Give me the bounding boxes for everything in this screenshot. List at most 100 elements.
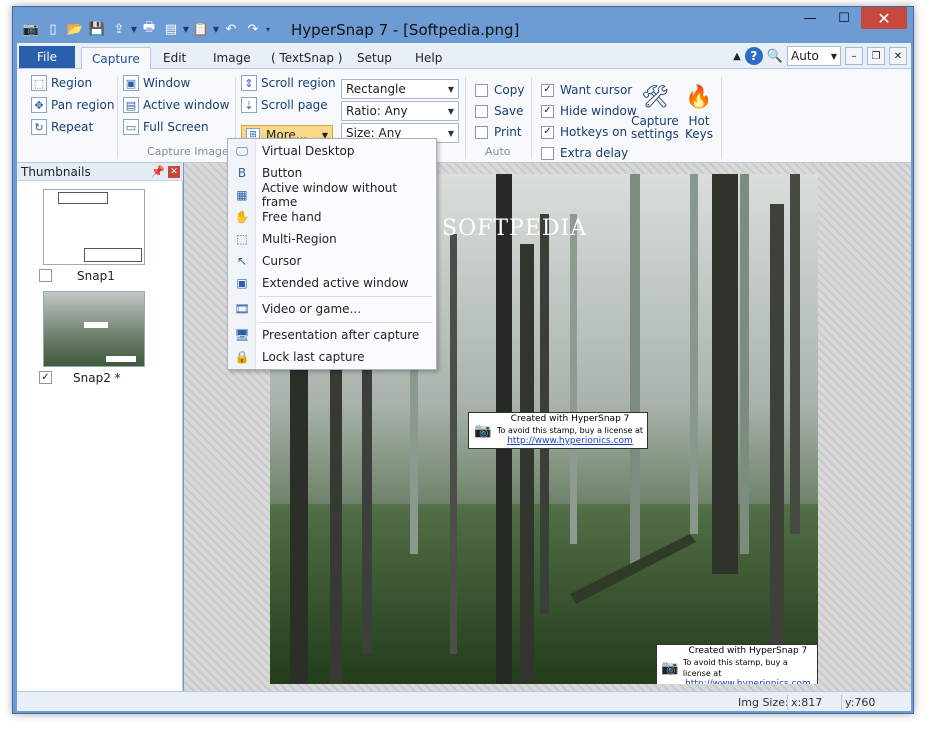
menu-item-label: Virtual Desktop: [262, 144, 355, 158]
menu-item-virtual-desktop[interactable]: 🖵 Virtual Desktop: [230, 141, 434, 161]
thumbnail-snap2[interactable]: [43, 291, 145, 367]
upload-icon[interactable]: ⇪: [109, 20, 129, 38]
tab-textsnap[interactable]: ( TextSnap ): [261, 47, 352, 69]
collapse-ribbon-icon[interactable]: ▲: [733, 51, 741, 62]
hot-keys-icon: 🔥: [685, 84, 713, 110]
extra-delay-checkbox[interactable]: Extra delay: [541, 144, 628, 162]
auto-copy-label: Copy: [494, 83, 525, 97]
scan-icon[interactable]: ▤: [161, 20, 181, 38]
hotkeys-on-label: Hotkeys on: [560, 125, 628, 139]
snap2-label: Snap2 *: [73, 371, 121, 385]
chevron-down-icon: ▼: [830, 51, 837, 61]
extra-delay-label: Extra delay: [560, 146, 629, 160]
close-panel-icon[interactable]: ✕: [168, 166, 180, 178]
chevron-down-icon[interactable]: ▼: [183, 21, 189, 37]
auto-copy-checkbox[interactable]: Copy: [475, 81, 524, 99]
capture-settings-button[interactable]: 🛠 Capture settings: [631, 81, 679, 141]
shape-combo[interactable]: Rectangle ▼: [341, 79, 459, 99]
group-separator: [531, 77, 532, 159]
zoom-icon[interactable]: 🔍: [767, 49, 783, 64]
snap2-checkbox[interactable]: ✓: [39, 371, 52, 384]
repeat-button[interactable]: ↻ Repeat: [31, 117, 93, 137]
snap1-label: Snap1: [77, 269, 115, 283]
app-icon[interactable]: 📷: [21, 20, 41, 38]
auto-save-checkbox[interactable]: Save: [475, 102, 523, 120]
menu-item-active-window-without-frame[interactable]: ▦ Active window without frame: [230, 181, 434, 209]
paste-icon[interactable]: 📋: [191, 20, 211, 38]
stamp-text: Created with HyperSnap 7 To avoid this s…: [497, 414, 643, 447]
hide-window-checkbox[interactable]: ✓ Hide window: [541, 102, 637, 120]
redo-icon[interactable]: ↷: [243, 20, 263, 38]
thumbnail-snap1[interactable]: [43, 189, 145, 265]
mdi-restore-button[interactable]: ❐: [867, 47, 885, 65]
checkbox-box: ✓: [541, 125, 554, 139]
hand-icon: ✋: [234, 210, 250, 224]
thumbnails-title: Thumbnails: [21, 164, 91, 179]
zoom-select[interactable]: Auto ▼: [787, 46, 841, 66]
menu-item-multi-region[interactable]: ⬚ Multi-Region: [230, 229, 434, 249]
virtual-desktop-icon: 🖵: [236, 143, 248, 158]
want-cursor-checkbox[interactable]: ✓ Want cursor: [541, 81, 632, 99]
tab-image[interactable]: Image: [203, 47, 261, 69]
scroll-region-button[interactable]: ⇕ Scroll region: [241, 73, 336, 93]
window-button[interactable]: ▣ Window: [123, 73, 190, 93]
tab-file[interactable]: File: [19, 46, 75, 68]
hotkeys-on-checkbox[interactable]: ✓ Hotkeys on: [541, 123, 627, 141]
new-icon[interactable]: ▯: [43, 20, 63, 38]
mdi-close-button[interactable]: ✕: [889, 47, 907, 65]
capture-settings-icon: 🛠: [640, 84, 669, 110]
scroll-page-button[interactable]: ⇣ Scroll page: [241, 95, 328, 115]
menu-item-cursor[interactable]: ↖ Cursor: [230, 251, 434, 271]
video-icon: 🎞: [234, 302, 250, 316]
group-separator: [721, 77, 722, 159]
hot-keys-button[interactable]: 🔥 Hot Keys: [683, 81, 715, 141]
chevron-down-icon: ▼: [447, 84, 454, 94]
undo-icon[interactable]: ↶: [221, 20, 241, 38]
minimize-button[interactable]: —: [793, 7, 827, 29]
auto-print-checkbox[interactable]: Print: [475, 123, 522, 141]
thumb-stamp: [84, 248, 142, 262]
thumb-stamp: [84, 322, 108, 328]
menu-item-label: Cursor: [262, 254, 302, 268]
region-button[interactable]: ⬚ Region: [31, 73, 92, 93]
full-screen-button[interactable]: ▭ Full Screen: [123, 117, 209, 137]
stamp-link[interactable]: http://www.hyperionics.com: [507, 436, 633, 447]
menu-item-extended-active-window[interactable]: ▣ Extended active window: [230, 273, 434, 293]
multi-region-icon: ⬚: [236, 232, 248, 246]
ratio-combo[interactable]: Ratio: Any ▼: [341, 101, 459, 121]
help-icon[interactable]: ?: [744, 47, 763, 65]
thumbnails-panel: Thumbnails 📌 ✕ Snap1 ✓ Snap2 *: [17, 163, 183, 691]
print-icon[interactable]: 🖶: [139, 20, 159, 38]
img-size-x: x:817: [787, 694, 841, 710]
pan-region-button[interactable]: ✥ Pan region: [31, 95, 114, 115]
menu-item-presentation-after-capture[interactable]: 🖥 Presentation after capture: [230, 325, 434, 345]
active-window-button[interactable]: ▤ Active window: [123, 95, 229, 115]
mdi-minimize-button[interactable]: –: [845, 47, 863, 65]
tab-help[interactable]: Help: [405, 47, 452, 69]
group-separator: [117, 77, 118, 159]
customize-qat-icon[interactable]: ▾: [265, 21, 271, 37]
chevron-down-icon[interactable]: ▼: [131, 21, 137, 37]
close-button[interactable]: ✕: [861, 7, 907, 29]
menu-item-button[interactable]: B Button: [230, 163, 434, 183]
auto-group-label: Auto: [485, 145, 511, 158]
save-icon[interactable]: 💾: [87, 20, 107, 38]
pin-icon[interactable]: 📌: [151, 165, 165, 178]
snap1-checkbox[interactable]: [39, 269, 52, 282]
camera-icon: 📷: [474, 422, 492, 439]
menu-item-video-or-game[interactable]: 🎞 Video or game...: [230, 299, 434, 319]
chevron-down-icon[interactable]: ▼: [213, 21, 219, 37]
maximize-button[interactable]: ☐: [827, 7, 861, 29]
tab-edit[interactable]: Edit: [153, 47, 196, 69]
open-icon[interactable]: 📂: [65, 20, 85, 38]
tab-right-controls: ▲ ? 🔍 Auto ▼ – ❐ ✕: [733, 46, 907, 66]
status-bar: Img Size: x:817 y:760: [17, 691, 911, 711]
tab-capture[interactable]: Capture: [81, 47, 151, 70]
title-bar: 📷 ▯ 📂 💾 ⇪ ▼ 🖶 ▤ ▼ 📋 ▼ ↶ ↷ ▾ HyperSnap 7 …: [13, 7, 913, 43]
capture-settings-label-2: settings: [631, 127, 679, 141]
menu-item-lock-last-capture[interactable]: 🔒 Lock last capture: [230, 347, 434, 367]
tab-setup[interactable]: Setup: [347, 47, 402, 69]
stamp-link[interactable]: http://www.hyperionics.com: [685, 679, 811, 684]
menu-item-free-hand[interactable]: ✋ Free hand: [230, 207, 434, 227]
chevron-down-icon: ▼: [447, 128, 454, 138]
